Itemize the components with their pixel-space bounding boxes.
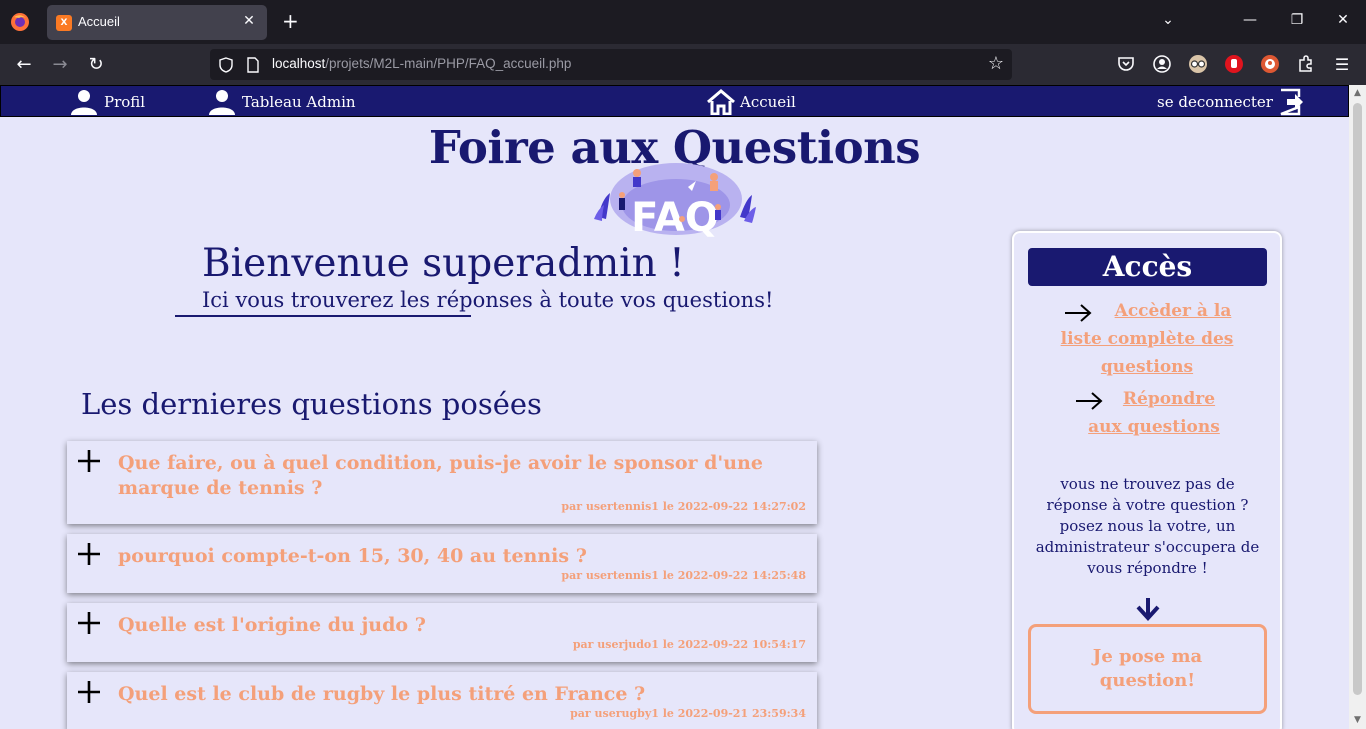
welcome-heading: Bienvenue superadmin ! [202,241,685,286]
logout-arrow-icon [1280,88,1303,116]
extension-hand-icon[interactable] [1224,54,1244,74]
profil-label: Profil [104,93,146,111]
admin-dashboard-link[interactable]: Tableau Admin [208,90,356,115]
question-card[interactable]: Que faire, ou à quel condition, puis-je … [67,441,817,524]
access-info-text: vous ne trouvez pas de réponse à votre q… [1035,475,1260,577]
access-title: Accès [1028,248,1267,286]
account-icon[interactable] [1152,54,1172,74]
new-tab-plus-icon[interactable]: + [282,10,299,32]
tab-close-icon[interactable]: ✕ [240,13,258,29]
question-card[interactable]: Quel est le club de rugby le plus titré … [67,672,817,729]
faq-illustration-icon: FAQ [594,163,756,239]
forward-arrow-icon[interactable]: → [48,53,72,77]
arrow-down-icon [1136,598,1160,621]
restore-icon[interactable]: ❐ [1287,12,1307,28]
question-meta: par usertennis1 le 2022-09-22 14:27:02 [561,500,806,513]
question-meta: par userjudo1 le 2022-09-22 10:54:17 [572,638,806,651]
browser-navbar: ← → ↻ localhost/projets/M2L-main/PHP/FAQ… [0,44,1366,85]
expand-plus-icon[interactable] [77,680,101,704]
logout-link[interactable]: se deconnecter [1157,88,1305,116]
welcome-subtitle: Ici vous trouverez les réponses à toute … [202,288,774,312]
question-text[interactable]: Quelle est l'origine du judo ? [118,613,798,638]
tab-list-chevron-icon[interactable]: ⌄ [1158,12,1178,28]
shield-icon[interactable] [218,57,234,73]
heading-underline [175,315,471,317]
answer-questions-link[interactable]: Répondre aux questions [1074,385,1234,441]
back-arrow-icon[interactable]: ← [12,53,36,77]
close-window-icon[interactable]: ✕ [1333,12,1353,28]
hamburger-menu-icon[interactable]: ☰ [1330,53,1354,77]
firefox-logo-icon [11,13,29,31]
browser-tab[interactable]: X Accueil ✕ [47,5,267,40]
svg-text:FAQ: FAQ [631,195,719,239]
question-card[interactable]: pourquoi compte-t-on 15, 30, 40 au tenni… [67,534,817,593]
question-card[interactable]: Quelle est l'origine du judo ? par userj… [67,603,817,662]
url-text[interactable]: localhost/projets/M2L-main/PHP/FAQ_accue… [272,56,571,71]
reload-icon[interactable]: ↻ [84,53,108,77]
scroll-thumb[interactable] [1353,103,1362,695]
duckduckgo-icon[interactable] [1260,54,1280,74]
site-header: Profil Tableau Admin Accueil se deconnec… [0,85,1349,117]
minimize-icon[interactable]: — [1240,12,1260,28]
home-icon [707,89,735,115]
question-text[interactable]: Que faire, ou à quel condition, puis-je … [118,451,798,501]
scroll-up-arrow-icon[interactable]: ▲ [1349,85,1366,102]
pocket-icon[interactable] [1116,54,1136,74]
admin-label: Tableau Admin [242,93,356,111]
question-text[interactable]: pourquoi compte-t-on 15, 30, 40 au tenni… [118,544,798,569]
expand-plus-icon[interactable] [77,542,101,566]
latest-questions-heading: Les dernieres questions posées [81,387,542,421]
question-meta: par userugby1 le 2022-09-21 23:59:34 [570,707,806,720]
expand-plus-icon[interactable] [77,449,101,473]
page-viewport: Profil Tableau Admin Accueil se deconnec… [0,85,1349,729]
ask-question-button[interactable]: Je pose ma question! [1028,624,1267,714]
extension-glasses-icon[interactable] [1188,54,1208,74]
question-list-link[interactable]: Accèder à la liste complète des question… [1042,297,1252,381]
question-meta: par usertennis1 le 2022-09-22 14:25:48 [561,569,806,582]
tab-title: Accueil [78,14,120,29]
expand-plus-icon[interactable] [77,611,101,635]
browser-tabbar: X Accueil ✕ + ⌄ — ❐ ✕ [0,0,1366,44]
xampp-favicon-icon: X [56,15,72,31]
admin-user-icon [209,90,235,115]
bookmark-star-icon[interactable]: ☆ [988,53,1004,74]
user-icon [71,90,97,115]
access-panel: Accès Accèder à la liste complète des qu… [1012,231,1282,729]
extensions-puzzle-icon[interactable] [1296,54,1316,74]
logout-label: se deconnecter [1157,93,1273,111]
url-bar[interactable]: localhost/projets/M2L-main/PHP/FAQ_accue… [210,49,1012,80]
question-text[interactable]: Quel est le club de rugby le plus titré … [118,682,798,707]
home-label: Accueil [740,93,796,111]
page-icon [247,57,259,73]
home-link[interactable]: Accueil [706,89,796,115]
scroll-down-arrow-icon[interactable]: ▼ [1349,712,1366,729]
page-scrollbar[interactable]: ▲ ▼ [1349,85,1366,729]
profil-link[interactable]: Profil [70,90,146,115]
